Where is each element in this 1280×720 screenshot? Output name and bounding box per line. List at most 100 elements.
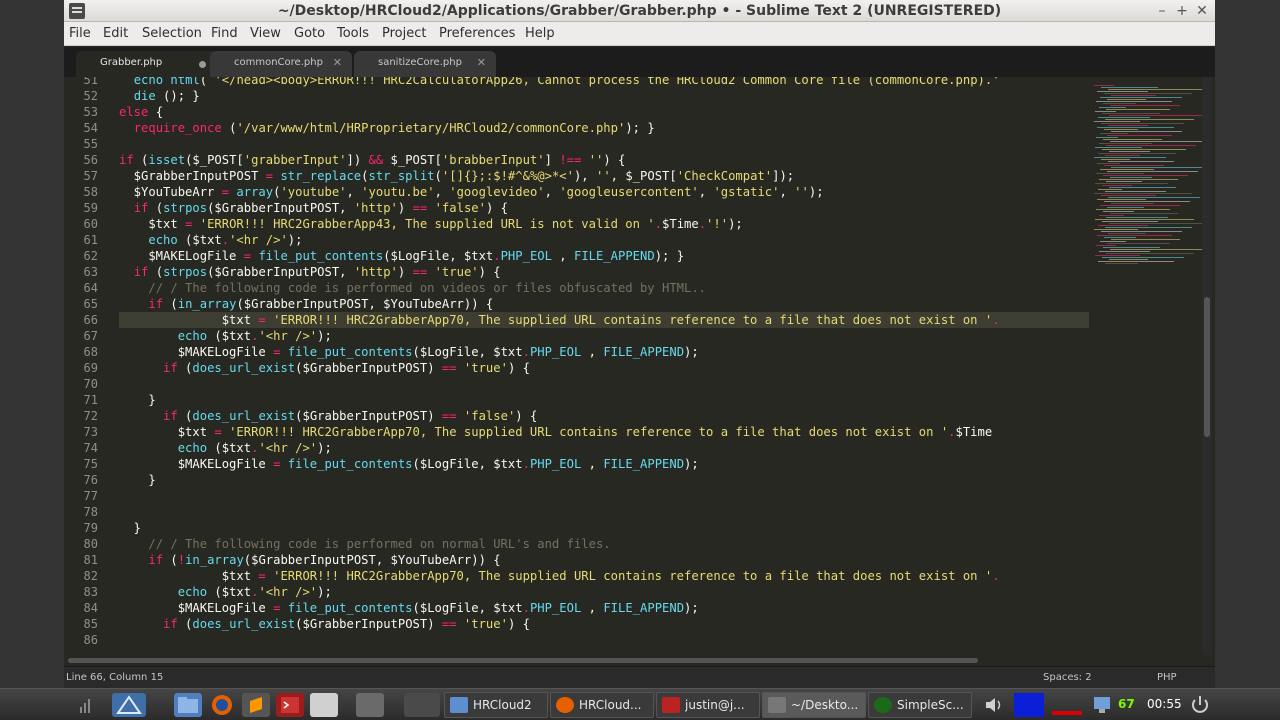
window-launcher-icon[interactable] [310,693,338,717]
code-line: if (!in_array($GrabberInputPOST, $YouTub… [148,553,501,567]
file-manager-icon[interactable] [174,693,202,717]
minimap-line [1103,139,1162,140]
minimap[interactable] [1090,77,1208,655]
start-menu-icon[interactable] [112,693,146,717]
network-monitor-icon[interactable] [1014,693,1044,717]
folder-icon [450,697,468,713]
tab-close-icon[interactable]: ✕ [333,56,342,69]
volume-icon[interactable] [980,693,1008,717]
menu-goto[interactable]: Goto [294,26,325,41]
minimap-line [1111,95,1156,96]
minimap-line [1106,109,1170,110]
minimap-line [1094,121,1140,122]
task-simplescreenrecorder[interactable]: SimpleSc... [868,692,972,718]
battery-level[interactable]: 67 [1118,697,1135,711]
syntax-mode[interactable]: PHP [1157,672,1177,683]
minimap-line [1094,85,1114,86]
task-hrcloud2-folder[interactable]: HRCloud2 [444,692,548,718]
line-number: 86 [83,633,98,647]
minimap-line [1104,237,1136,238]
minimap-line [1097,163,1120,164]
menu-preferences[interactable]: Preferences [439,26,515,41]
minimize-icon[interactable]: – [1153,2,1171,20]
minimap-line [1102,113,1160,114]
title-bar[interactable]: ~/Desktop/HRCloud2/Applications/Grabber/… [64,0,1215,22]
minimap-line [1103,211,1134,212]
show-desktop-icon[interactable] [356,693,384,717]
scroll-thumb[interactable] [68,658,978,663]
tab-label: commonCore.php [234,57,323,68]
line-number: 52 [83,89,98,103]
code-line: if (in_array($GrabberInputPOST, $YouTube… [148,297,494,311]
minimap-line [1103,175,1188,176]
minimap-line [1101,195,1156,196]
power-icon[interactable] [1188,693,1212,717]
line-number: 64 [83,281,98,295]
desktop-left [0,0,64,688]
menu-help[interactable]: Help [525,26,555,41]
line-number: 82 [83,569,98,583]
minimap-line [1098,117,1150,118]
task-firefox[interactable]: HRCloud... [550,692,654,718]
code-area[interactable]: echo html( '</head><body>ERROR!!! HRC2Ca… [119,77,1089,655]
menu-selection[interactable]: Selection [142,26,202,41]
code-editor[interactable]: 51 52 53 54 55 56 57 58 59 60 61 62 63 64 65 66 67 68 69 70… [64,77,1209,655]
minimap-line [1109,223,1202,224]
terminal-icon [662,697,680,713]
tab-label: Grabber.php [100,57,163,68]
line-number: 57 [83,169,98,183]
menu-view[interactable]: View [250,26,281,41]
minimap-line [1107,171,1198,172]
minimap-line [1102,149,1186,150]
code-line: require_once ('/var/www/html/HRProprieta… [133,121,655,135]
minimap-line [1110,249,1204,250]
minimap-line [1107,243,1170,244]
tab-sanitizecore[interactable]: sanitizeCore.php ✕ [354,51,496,77]
minimap-line [1106,217,1168,218]
code-line: } [119,473,156,487]
menu-edit[interactable]: Edit [103,26,128,41]
minimap-line [1106,253,1194,254]
workspace-switcher[interactable] [404,693,440,717]
unsaved-dot-icon[interactable] [199,61,206,68]
line-number: 83 [83,585,98,599]
line-number: 85 [83,617,98,631]
menu-file[interactable]: File [69,26,91,41]
desktop-icon[interactable] [72,693,100,717]
code-line: if (isset($_POST['grabberInput']) && $_P… [119,153,626,167]
tab-grabber[interactable]: Grabber.php [76,51,218,77]
minimap-line [1108,125,1148,126]
minimap-line [1100,133,1128,134]
line-number: 75 [83,457,98,471]
maximize-icon[interactable]: + [1173,2,1191,20]
minimap-line [1095,255,1140,256]
scroll-thumb[interactable] [1204,297,1210,437]
minimap-line [1101,87,1158,88]
horizontal-scrollbar[interactable] [64,655,1209,665]
firefox-icon[interactable] [208,693,236,717]
minimap-line [1096,245,1116,246]
menu-tools[interactable]: Tools [337,26,369,41]
cpu-monitor-icon[interactable] [1050,693,1084,717]
menu-project[interactable]: Project [382,26,426,41]
tab-commoncore[interactable]: commonCore.php ✕ [210,51,352,77]
minimap-line [1097,199,1146,200]
minimap-line [1098,225,1148,226]
line-number: 58 [83,185,98,199]
terminal-launcher-icon[interactable] [276,693,304,717]
network-connection-icon[interactable] [1088,693,1116,717]
minimap-line [1095,183,1168,184]
clock[interactable]: 00:55 [1147,697,1182,711]
minimap-line [1102,221,1158,222]
line-number: 69 [83,361,98,375]
minimap-line [1095,147,1142,148]
indentation-setting[interactable]: Spaces: 2 [1043,672,1092,683]
task-sublime[interactable]: ~/Deskto... [762,692,866,718]
task-terminal[interactable]: justin@j... [656,692,760,718]
menu-find[interactable]: Find [211,26,238,41]
tab-close-icon[interactable]: ✕ [477,56,486,69]
close-icon[interactable]: ✕ [1193,2,1211,20]
vertical-scrollbar[interactable] [1202,77,1212,655]
minimap-line [1096,101,1172,102]
sublime-launcher-icon[interactable] [242,693,270,717]
